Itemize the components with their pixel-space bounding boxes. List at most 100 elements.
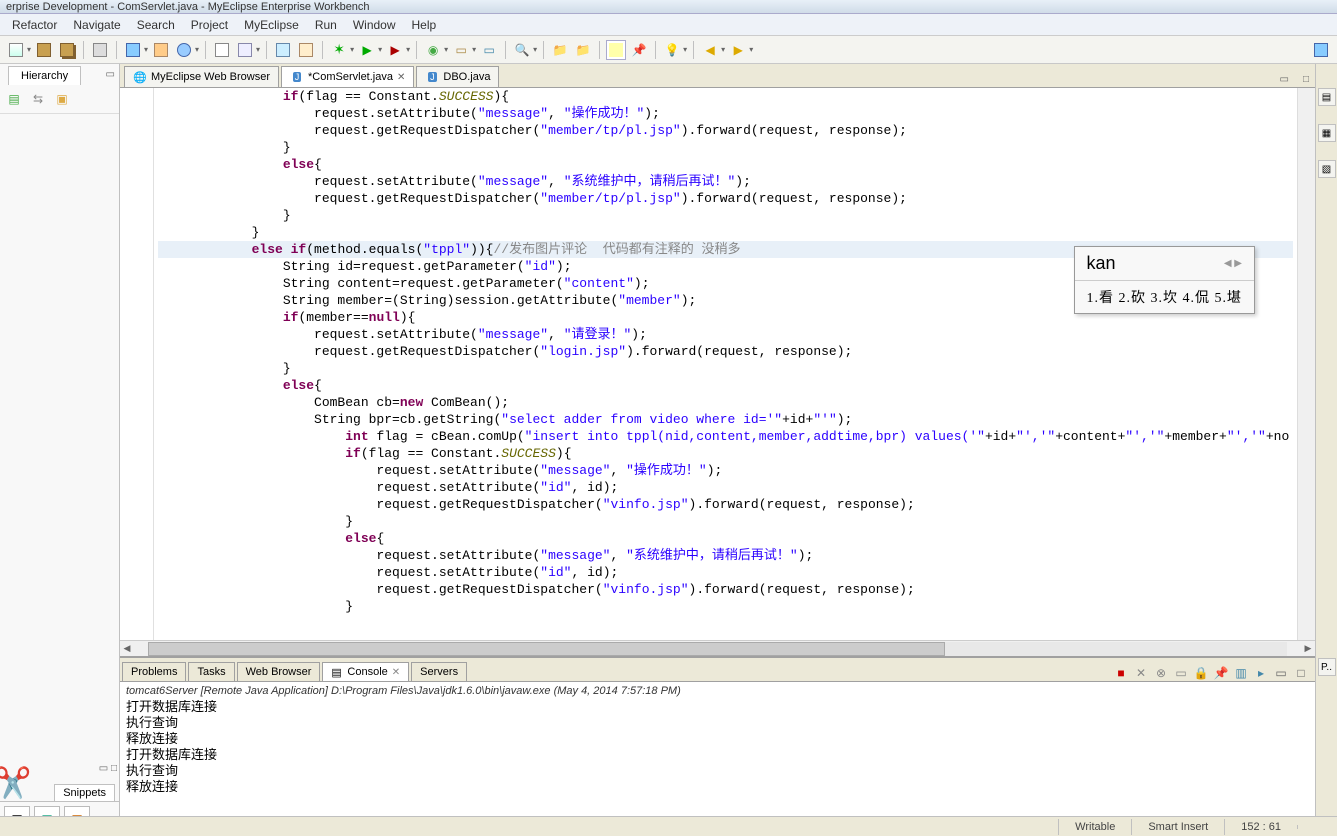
new-class-button[interactable]: ◉: [423, 40, 443, 60]
pin-button[interactable]: 📌: [1213, 665, 1229, 681]
code-line[interactable]: request.getRequestDispatcher("member/tp/…: [158, 122, 1293, 139]
console-body[interactable]: 打开数据库连接执行查询释放连接打开数据库连接执行查询释放连接: [120, 700, 1315, 820]
menu-run[interactable]: Run: [307, 16, 345, 34]
code-line[interactable]: }: [158, 598, 1293, 615]
refresh-button[interactable]: [296, 40, 316, 60]
code-line[interactable]: }: [158, 360, 1293, 377]
menu-project[interactable]: Project: [183, 16, 236, 34]
open-type-button[interactable]: ▭: [479, 40, 499, 60]
code-line[interactable]: request.setAttribute("message", "操作成功！")…: [158, 462, 1293, 479]
bottom-tab-problems[interactable]: Problems: [122, 662, 186, 681]
run-button[interactable]: ▶: [357, 40, 377, 60]
display-button[interactable]: ▥: [1233, 665, 1249, 681]
ime-nav-icon[interactable]: ◀ ▶: [1224, 258, 1242, 269]
editor-tab[interactable]: 🌐MyEclipse Web Browser: [124, 66, 279, 87]
perspective-button[interactable]: [1311, 40, 1331, 60]
view-button[interactable]: ▧: [1318, 160, 1336, 178]
minimize-icon[interactable]: ▭: [1274, 72, 1295, 87]
folder2-button[interactable]: 📁: [573, 40, 593, 60]
folder-button[interactable]: 📁: [550, 40, 570, 60]
menu-help[interactable]: Help: [404, 16, 445, 34]
code-line[interactable]: request.setAttribute("id", id);: [158, 479, 1293, 496]
menu-myeclipse[interactable]: MyEclipse: [236, 16, 307, 34]
terminate-button[interactable]: ■: [1113, 665, 1129, 681]
link-icon[interactable]: ⇆: [28, 89, 48, 109]
print-button[interactable]: [90, 40, 110, 60]
close-icon[interactable]: ✕: [392, 667, 400, 678]
bottom-tab-servers[interactable]: Servers: [411, 662, 467, 681]
code-line[interactable]: String bpr=cb.getString("select adder fr…: [158, 411, 1293, 428]
maximize-icon[interactable]: □: [1297, 72, 1315, 87]
help-button[interactable]: 💡: [662, 40, 682, 60]
clear-button[interactable]: ▭: [1173, 665, 1189, 681]
properties-button[interactable]: P..: [1318, 658, 1336, 676]
dropdown-icon[interactable]: ▾: [27, 45, 31, 54]
bottom-tab-console[interactable]: ▤Console ✕: [322, 662, 409, 681]
minimize-icon[interactable]: ▭ □: [99, 763, 117, 774]
remove-button[interactable]: ✕: [1133, 665, 1149, 681]
code-line[interactable]: }: [158, 513, 1293, 530]
menu-navigate[interactable]: Navigate: [65, 16, 128, 34]
code-line[interactable]: request.setAttribute("id", id);: [158, 564, 1293, 581]
menu-window[interactable]: Window: [345, 16, 404, 34]
tree-icon[interactable]: ▤: [4, 89, 24, 109]
view-button[interactable]: ▦: [1318, 124, 1336, 142]
code-line[interactable]: request.setAttribute("message", "请登录！");: [158, 326, 1293, 343]
scroll-lock-button[interactable]: 🔒: [1193, 665, 1209, 681]
code-line[interactable]: int flag = cBean.comUp("insert into tppl…: [158, 428, 1293, 445]
wizard-button[interactable]: [212, 40, 232, 60]
code-line[interactable]: request.getRequestDispatcher("login.jsp"…: [158, 343, 1293, 360]
remove-all-button[interactable]: ⊗: [1153, 665, 1169, 681]
code-line[interactable]: request.setAttribute("message", "操作成功！")…: [158, 105, 1293, 122]
ime-candidates[interactable]: 1.看 2.砍 3.坎 4.侃 5.堪: [1075, 281, 1255, 313]
collapse-icon[interactable]: ▣: [52, 89, 72, 109]
new-package-button[interactable]: ▭: [451, 40, 471, 60]
save-button[interactable]: [34, 40, 54, 60]
code-line[interactable]: request.setAttribute("message", "系统维护中，请…: [158, 547, 1293, 564]
deploy-button[interactable]: [123, 40, 143, 60]
bottom-tab-tasks[interactable]: Tasks: [188, 662, 234, 681]
min-button[interactable]: ▭: [1273, 665, 1289, 681]
code-line[interactable]: ComBean cb=new ComBean();: [158, 394, 1293, 411]
bottom-tab-web-browser[interactable]: Web Browser: [237, 662, 321, 681]
code-line[interactable]: if(flag == Constant.SUCCESS){: [158, 445, 1293, 462]
code-line[interactable]: else{: [158, 377, 1293, 394]
horizontal-scrollbar[interactable]: ◀ ▶: [120, 640, 1315, 656]
code-editor[interactable]: if(flag == Constant.SUCCESS){ request.se…: [120, 88, 1315, 640]
code-line[interactable]: request.getRequestDispatcher("vinfo.jsp"…: [158, 581, 1293, 598]
browser-button[interactable]: [174, 40, 194, 60]
save-all-button[interactable]: [57, 40, 77, 60]
j2ee-button[interactable]: [273, 40, 293, 60]
close-icon[interactable]: ✕: [397, 72, 405, 83]
minimize-icon[interactable]: ▭: [102, 67, 119, 82]
code-line[interactable]: }: [158, 207, 1293, 224]
overview-ruler[interactable]: [1297, 88, 1315, 640]
menu-search[interactable]: Search: [129, 16, 183, 34]
build-button[interactable]: [235, 40, 255, 60]
max-button[interactable]: □: [1293, 665, 1309, 681]
pin-button[interactable]: 📌: [629, 40, 649, 60]
forward-button[interactable]: ▶: [728, 40, 748, 60]
menu-refactor[interactable]: Refactor: [4, 16, 65, 34]
new-button[interactable]: [6, 40, 26, 60]
toggle-button[interactable]: [606, 40, 626, 60]
code-line[interactable]: request.setAttribute("message", "系统维护中，请…: [158, 173, 1293, 190]
code-line[interactable]: else{: [158, 156, 1293, 173]
hierarchy-tab[interactable]: Hierarchy: [8, 66, 81, 85]
code-line[interactable]: request.getRequestDispatcher("member/tp/…: [158, 190, 1293, 207]
snippets-tab[interactable]: Snippets: [54, 784, 115, 801]
ime-popup[interactable]: kan ◀ ▶ 1.看 2.砍 3.坎 4.侃 5.堪: [1074, 246, 1256, 314]
code-line[interactable]: }: [158, 224, 1293, 241]
open-button[interactable]: ▸: [1253, 665, 1269, 681]
gutter[interactable]: [120, 88, 154, 640]
code-line[interactable]: else{: [158, 530, 1293, 547]
ext-tools-button[interactable]: ▶: [385, 40, 405, 60]
back-button[interactable]: ◀: [700, 40, 720, 60]
code-line[interactable]: if(flag == Constant.SUCCESS){: [158, 88, 1293, 105]
search-button[interactable]: 🔍: [512, 40, 532, 60]
editor-tab[interactable]: J*ComServlet.java✕: [281, 66, 414, 87]
code-line[interactable]: }: [158, 139, 1293, 156]
server-button[interactable]: [151, 40, 171, 60]
debug-button[interactable]: ✶: [329, 40, 349, 60]
outline-button[interactable]: ▤: [1318, 88, 1336, 106]
